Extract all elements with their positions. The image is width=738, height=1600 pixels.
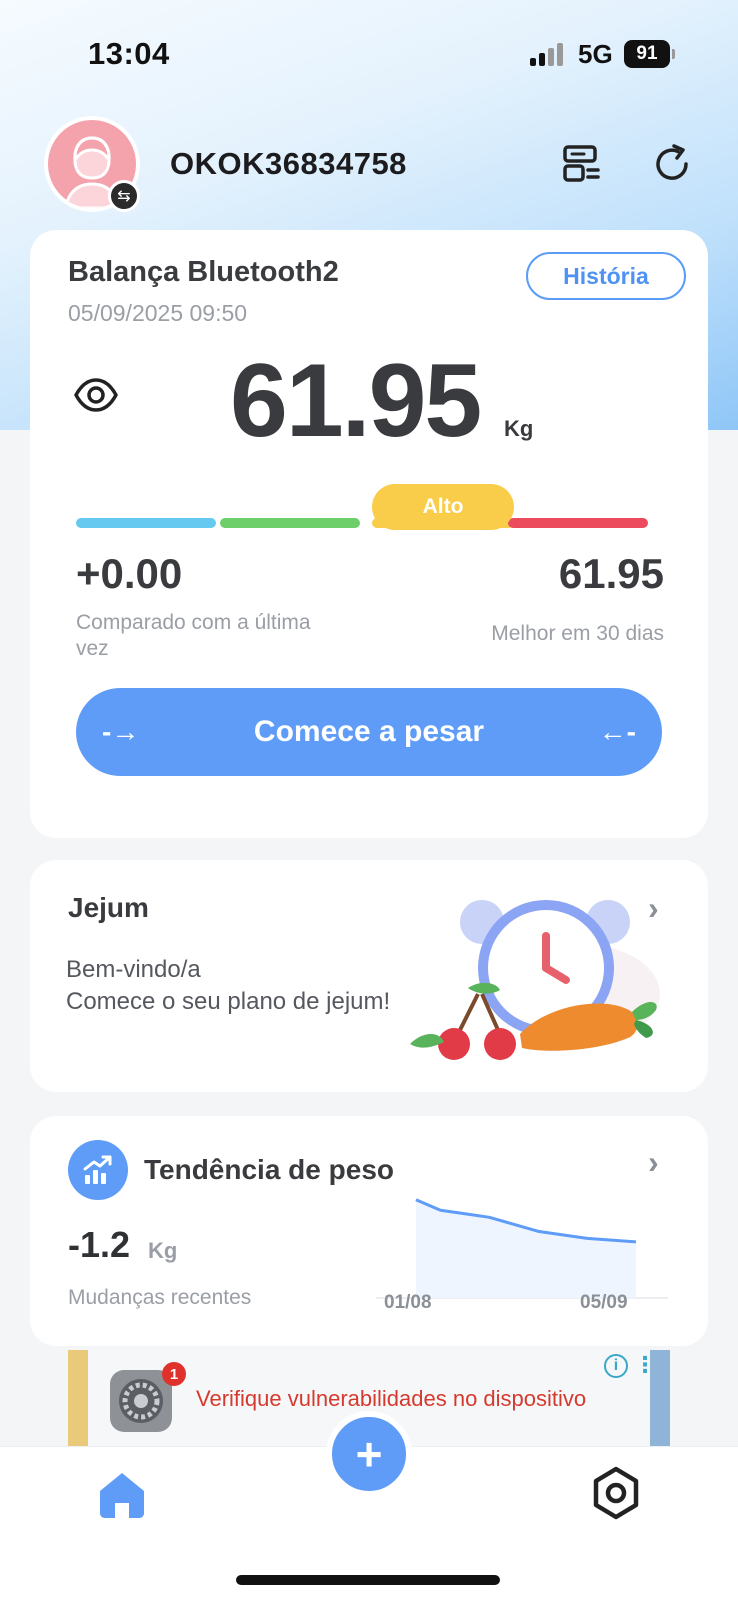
status-time: 13:04: [88, 36, 170, 71]
notification-badge: 1: [162, 1362, 186, 1386]
arrow-right-icon: -→: [102, 716, 140, 747]
ad-side-right: [650, 1350, 670, 1448]
measurement-datetime: 05/09/2025 09:50: [68, 300, 248, 326]
fasting-welcome: Bem-vindo/a: [66, 956, 201, 983]
device-list-icon[interactable]: [560, 142, 604, 186]
weight-unit: Kg: [504, 416, 534, 441]
range-bar-low: [76, 518, 216, 528]
network-type: 5G: [578, 39, 613, 69]
fasting-subtitle: Comece o seu plano de jejum!: [66, 988, 391, 1015]
home-icon[interactable]: [96, 1469, 148, 1521]
signal-icon: [530, 42, 570, 66]
username: OKOK36834758: [170, 146, 407, 181]
battery-icon: 91: [624, 40, 670, 68]
range-bar-very-high: [508, 518, 648, 528]
status-bar: 13:04 5G 91: [0, 0, 738, 110]
fasting-title: Jejum: [68, 892, 149, 923]
trend-value: -1.2: [68, 1224, 131, 1265]
weight-card: Balança Bluetooth2 05/09/2025 09:50 Hist…: [30, 230, 708, 838]
best-label: Melhor em 30 dias: [491, 622, 664, 645]
x-axis-end-label: 05/09: [580, 1292, 628, 1313]
trend-area: [416, 1199, 636, 1298]
best-value: 61.95: [558, 550, 664, 597]
device-name: Balança Bluetooth2: [68, 256, 339, 288]
ad-text: Verifique vulnerabilidades no dispositiv…: [196, 1386, 587, 1411]
settings-icon[interactable]: [588, 1465, 644, 1521]
bottom-tab-bar: +: [0, 1411, 738, 1600]
delta-value: +0.00: [76, 550, 183, 597]
x-axis-start-label: 01/08: [384, 1292, 432, 1313]
clock-food-illustration: [410, 900, 660, 1060]
range-bar-normal: [220, 518, 360, 528]
fasting-chevron-right-icon: ›: [648, 890, 659, 926]
delta-label: Comparado com a última vez: [76, 611, 311, 660]
home-indicator: [236, 1575, 500, 1585]
trend-title: Tendência de peso: [144, 1154, 394, 1185]
switch-user-icon[interactable]: ⇆: [108, 180, 140, 212]
start-weighing-label: Comece a pesar: [253, 715, 485, 748]
battery-tip: [672, 49, 675, 59]
trend-chevron-right-icon: ›: [648, 1144, 659, 1180]
trend-label: Mudanças recentes: [68, 1286, 252, 1309]
start-weighing-button[interactable]: -→ Comece a pesar ←-: [76, 688, 662, 776]
trend-chart-icon: [68, 1140, 128, 1200]
refresh-icon[interactable]: [650, 142, 694, 186]
battery-level: 91: [636, 43, 658, 64]
ad-info-icon[interactable]: i: [604, 1354, 628, 1378]
status-badge: Alto: [372, 484, 514, 530]
fasting-card[interactable]: Jejum Bem-vindo/a Comece o seu plano de …: [30, 860, 708, 1092]
eye-icon[interactable]: [74, 378, 118, 412]
weight-value: 61.95: [230, 343, 482, 459]
trend-unit: Kg: [148, 1238, 178, 1263]
arrow-left-icon: ←-: [598, 716, 636, 747]
weight-trend-chart: [376, 1198, 668, 1299]
add-button[interactable]: +: [326, 1411, 412, 1497]
weight-trend-card[interactable]: Tendência de peso › -1.2 Kg Mudanças rec…: [30, 1116, 708, 1346]
ad-side-left: [68, 1350, 88, 1448]
history-button[interactable]: História: [526, 252, 686, 300]
